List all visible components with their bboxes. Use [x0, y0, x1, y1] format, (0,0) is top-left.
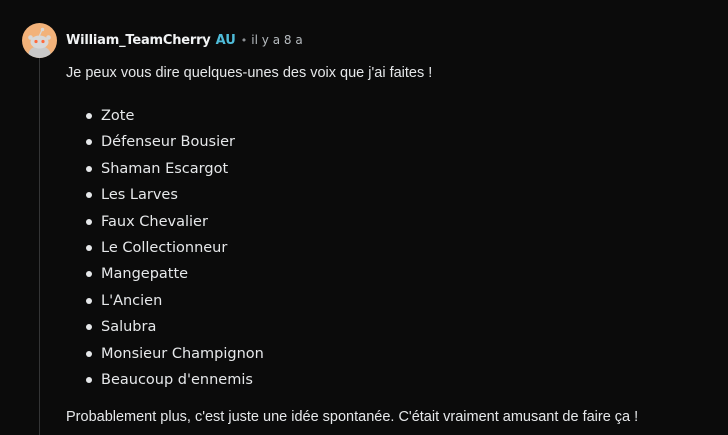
- bullet-icon: [86, 271, 92, 278]
- snoo-avatar-icon[interactable]: [22, 22, 57, 58]
- list-item: Salubra: [66, 314, 264, 340]
- list-item-label: Beaucoup d'ennemis: [101, 371, 253, 388]
- comment-header: William_TeamCherry AU • il y a 8 a: [22, 22, 303, 58]
- thread-line: [39, 58, 40, 435]
- list-item: L'Ancien: [66, 288, 264, 314]
- list-item: Défenseur Bousier: [66, 129, 264, 155]
- list-item-label: Monsieur Champignon: [101, 345, 264, 362]
- bullet-icon: [86, 376, 92, 383]
- comment-outro-text: Probablement plus, c'est juste une idée …: [66, 409, 639, 425]
- list-item-label: Mangepatte: [101, 266, 189, 283]
- bullet-icon: [86, 218, 92, 225]
- list-item: Beaucoup d'ennemis: [66, 367, 264, 393]
- list-item-label: Salubra: [101, 319, 157, 336]
- list-item-label: Le Collectionneur: [101, 239, 228, 256]
- list-item-label: Zote: [101, 108, 135, 124]
- list-item: Le Collectionneur: [66, 235, 264, 261]
- list-item: Mangepatte: [66, 261, 264, 287]
- bullet-icon: [86, 324, 92, 331]
- list-item: Les Larves: [66, 182, 264, 208]
- list-item: Monsieur Champignon: [66, 341, 264, 367]
- list-item-label: Défenseur Bousier: [101, 134, 236, 151]
- voices-list: Zote Défenseur Bousier Shaman Escargot L…: [66, 103, 264, 393]
- comment-timestamp[interactable]: il y a 8 a: [251, 33, 302, 47]
- comment-author[interactable]: William_TeamCherry: [66, 33, 211, 48]
- bullet-icon: [86, 113, 92, 119]
- list-item-label: Les Larves: [101, 187, 178, 204]
- list-item: Faux Chevalier: [66, 209, 264, 235]
- list-item: Shaman Escargot: [66, 156, 264, 182]
- list-item: Zote: [66, 103, 264, 129]
- bullet-icon: [86, 350, 92, 357]
- meta-separator: •: [240, 33, 248, 47]
- list-item-label: Shaman Escargot: [101, 160, 229, 177]
- bullet-icon: [86, 297, 92, 304]
- comment-intro-text: Je peux vous dire quelques-unes des voix…: [66, 65, 433, 81]
- bullet-icon: [86, 244, 92, 251]
- bullet-icon: [86, 192, 92, 199]
- list-item-label: Faux Chevalier: [101, 213, 208, 230]
- list-item-label: L'Ancien: [101, 292, 163, 309]
- bullet-icon: [86, 139, 92, 146]
- user-flair: AU: [215, 32, 236, 48]
- bullet-icon: [86, 165, 92, 172]
